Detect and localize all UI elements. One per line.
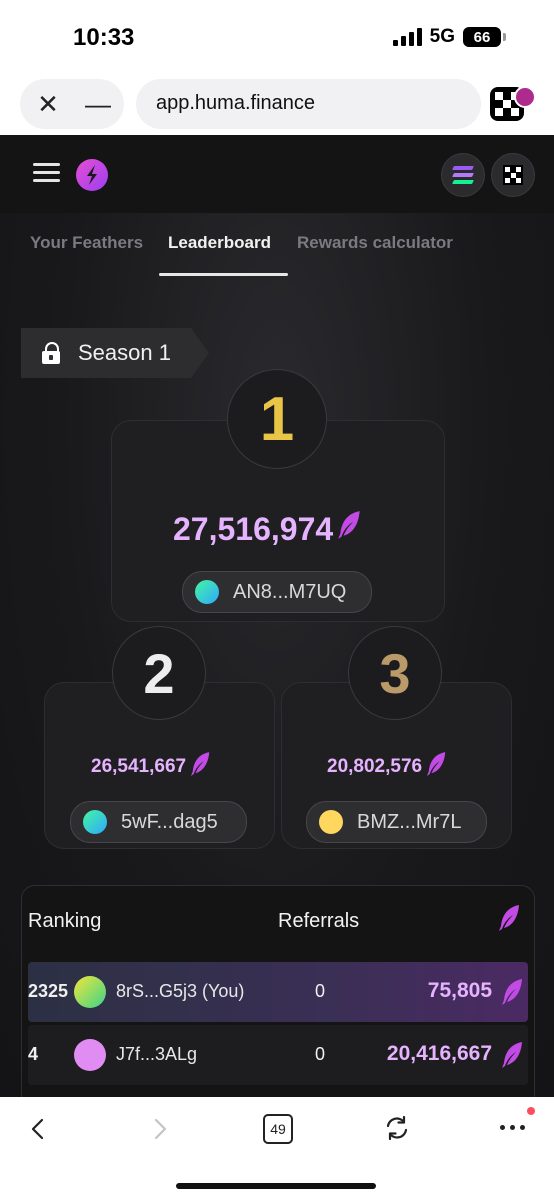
address-label: 5wF...dag5 [121,810,218,833]
home-indicator [176,1183,376,1189]
third-place-score: 20,802,576 [327,751,448,783]
row-rank: 4 [28,1044,39,1064]
ranking-table: Ranking Referrals 2325 8rS...G5j3 (You) … [21,885,535,1097]
second-place-address[interactable]: 5wF...dag5 [70,801,247,843]
notification-dot [527,1107,535,1115]
close-icon[interactable]: ✕ [34,89,62,119]
table-row-you[interactable]: 2325 8rS...G5j3 (You) 0 75,805 [28,962,528,1022]
avatar [195,580,219,604]
row-rank: 2325 [28,981,69,1001]
avatar [83,810,107,834]
browser-bar: ✕ — app.huma.finance [0,70,554,135]
row-address: 8rS...G5j3 (You) [116,981,245,1001]
table-row[interactable]: 4 J7f...3ALg 0 20,416,667 [28,1025,528,1085]
address-label: AN8...M7UQ [233,580,347,603]
app-header [0,135,554,213]
tab-your-feathers[interactable]: Your Feathers [30,233,143,253]
unlock-icon [42,342,60,364]
tab-controls: ✕ — [20,79,124,129]
feather-icon [426,751,448,783]
minus-icon[interactable]: — [84,89,112,119]
feather-icon [498,904,522,937]
row-address: J7f...3ALg [116,1044,198,1064]
season-label: Season 1 [78,340,171,365]
menu-icon[interactable] [33,163,60,183]
browser-toolbar: 49 [0,1097,554,1200]
second-place-score: 26,541,667 [91,751,212,783]
feather-icon [501,1041,525,1074]
app-content: Your Feathers Leaderboard Rewards calcul… [0,135,554,1097]
address-label: BMZ...Mr7L [357,810,462,833]
okx-wallet-icon[interactable] [491,153,535,197]
third-place-address[interactable]: BMZ...Mr7L [306,801,487,843]
first-place-score: 27,516,974 [173,510,363,548]
huma-logo-icon[interactable] [76,159,108,191]
feather-icon [337,510,363,548]
score-value: 27,516,974 [173,510,334,547]
back-icon[interactable] [26,1117,50,1141]
refresh-icon[interactable] [383,1114,411,1142]
tabs-count-button[interactable]: 49 [263,1114,293,1144]
forward-icon[interactable] [148,1117,172,1141]
rank-badge-2: 2 [112,626,206,720]
tab-bar: Your Feathers Leaderboard Rewards calcul… [0,233,554,277]
url-text: app.huma.finance [156,92,316,114]
score-value: 20,802,576 [327,756,423,777]
first-place-address[interactable]: AN8...M7UQ [182,571,372,613]
notification-badge [514,86,536,108]
row-referrals: 0 [315,981,326,1001]
more-icon[interactable] [500,1125,525,1130]
row-referrals: 0 [315,1044,326,1064]
feather-icon [501,978,525,1011]
row-feathers: 75,805 [427,979,492,1002]
signal-icon [392,28,422,46]
tab-rewards-calculator[interactable]: Rewards calculator [297,233,453,253]
referrals-header: Referrals [278,910,360,932]
row-feathers: 20,416,667 [386,1042,492,1065]
rank-badge-1: 1 [227,369,327,469]
rank-badge-3: 3 [348,626,442,720]
status-indicators: 5G 66 [392,26,506,48]
address-bar[interactable]: app.huma.finance [136,79,481,129]
score-value: 26,541,667 [91,756,187,777]
avatar [74,1039,106,1071]
network-label: 5G [429,26,455,47]
status-bar: 10:33 5G 66 [0,0,554,70]
battery-icon: 66 [463,27,506,47]
active-tab-indicator [159,273,288,276]
solana-icon[interactable] [441,153,485,197]
feather-icon [190,751,212,783]
avatar [319,810,343,834]
tab-leaderboard[interactable]: Leaderboard [168,233,271,253]
season-selector[interactable]: Season 1 [21,328,209,378]
status-time: 10:33 [73,24,135,51]
avatar [74,976,106,1008]
battery-level: 66 [463,27,501,47]
ranking-header: Ranking [28,910,102,932]
